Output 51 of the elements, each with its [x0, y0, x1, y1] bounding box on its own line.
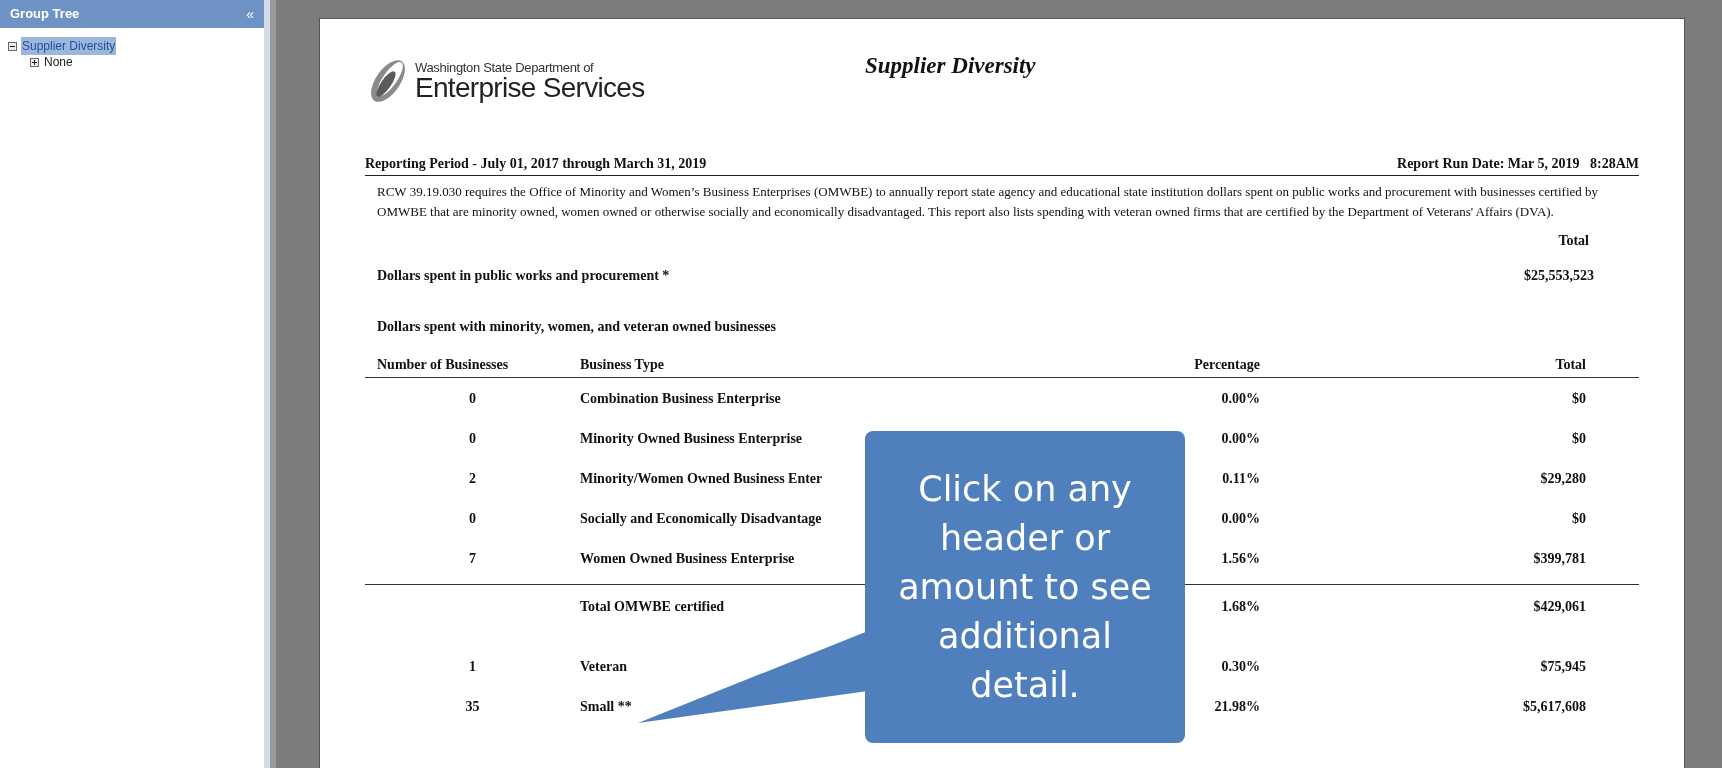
table-cell[interactable]: 0.00%: [1221, 387, 1260, 409]
column-header[interactable]: Total: [1558, 230, 1589, 251]
table-cell-text: 0: [468, 389, 476, 408]
logo-title: Enterprise Services: [415, 73, 645, 102]
table-cell[interactable]: Combination Business Enterprise: [570, 387, 781, 409]
section-heading: Dollars spent with minority, women, and veteran owned businesses: [377, 319, 777, 334]
table-cell[interactable]: $5,617,608: [1523, 695, 1590, 717]
table-cell[interactable]: $0: [1572, 387, 1590, 409]
table-cell[interactable]: 0.00%: [1221, 507, 1260, 529]
report-title: Supplier Diversity: [865, 52, 1036, 80]
table-cell[interactable]: $75,945: [1540, 655, 1590, 677]
table-cell[interactable]: 0.30%: [1221, 655, 1260, 677]
table-cell[interactable]: $29,280: [1540, 467, 1590, 489]
column-header[interactable]: Number of Businesses: [365, 354, 570, 375]
table-cell[interactable]: $399,781: [1533, 547, 1590, 569]
table-cell-text: 1: [468, 657, 476, 676]
description-paragraph: RCW 39.19.030 requires the Office of Minority and Women’s Business Enterprises (OMWBE) to annually report state agency and educational state institution dollars spent on public works and procurement with businesses certified by OMWBE that are minority owned, women owned or otherwise socially and economically disadvantaged. This report also lists spending with veteran owned firms that are certified by the Department of Veterans' Affairs (DVA).: [376, 183, 1600, 221]
table-cell[interactable]: 21.98%: [1214, 695, 1260, 717]
table-cell-text: 0: [468, 429, 476, 448]
table-cell[interactable]: $0: [1572, 427, 1590, 449]
tree-item[interactable]: None: [43, 53, 74, 71]
collapse-icon[interactable]: [8, 41, 17, 51]
table-cell[interactable]: 0.00%: [1221, 427, 1260, 449]
table-cell[interactable]: Minority/Women Owned Business Enter: [570, 467, 823, 489]
table-cell[interactable]: Minority Owned Business Enterprise: [570, 427, 803, 449]
column-header[interactable]: Business Type: [570, 354, 1090, 375]
table-cell[interactable]: Socially and Economically Disadvantage: [570, 507, 822, 529]
table-cell[interactable]: $429,061: [1533, 596, 1590, 617]
panel-title: Group Tree: [10, 5, 80, 24]
column-header[interactable]: Percentage: [1194, 354, 1260, 375]
table-cell[interactable]: Veteran: [570, 655, 627, 677]
table-cell-text: 0: [468, 509, 476, 528]
expand-icon[interactable]: [30, 57, 39, 67]
logo-subtitle: Washington State Department of: [415, 60, 595, 74]
table-cell-text: 7: [468, 549, 476, 568]
table-cell[interactable]: Small **: [570, 695, 632, 717]
reporting-period: Reporting Period - July 01, 2017 through March 31, 2019: [365, 155, 707, 173]
table-cell[interactable]: Women Owned Business Enterprise: [570, 547, 795, 569]
tree-item[interactable]: Supplier Diversity: [21, 37, 117, 55]
table-cell-text: 35: [464, 697, 480, 716]
row-label: Dollars spent in public works and procurement *: [377, 267, 670, 285]
table-cell[interactable]: 1.56%: [1221, 547, 1260, 569]
table-cell[interactable]: 1.68%: [1221, 596, 1260, 617]
table-cell[interactable]: Total OMWBE certified: [570, 596, 725, 617]
callout-text: Click on any header or amount to see additional detail.: [897, 467, 1153, 707]
table-cell[interactable]: 0.11%: [1222, 467, 1260, 489]
run-date: Report Run Date: Mar 5, 2019 8:28AM: [1397, 155, 1639, 173]
table-cell[interactable]: $0: [1572, 507, 1590, 529]
column-header[interactable]: Total: [1555, 354, 1590, 375]
amount[interactable]: $25,553,523: [1524, 265, 1594, 286]
table-cell-text: 2: [468, 469, 476, 488]
